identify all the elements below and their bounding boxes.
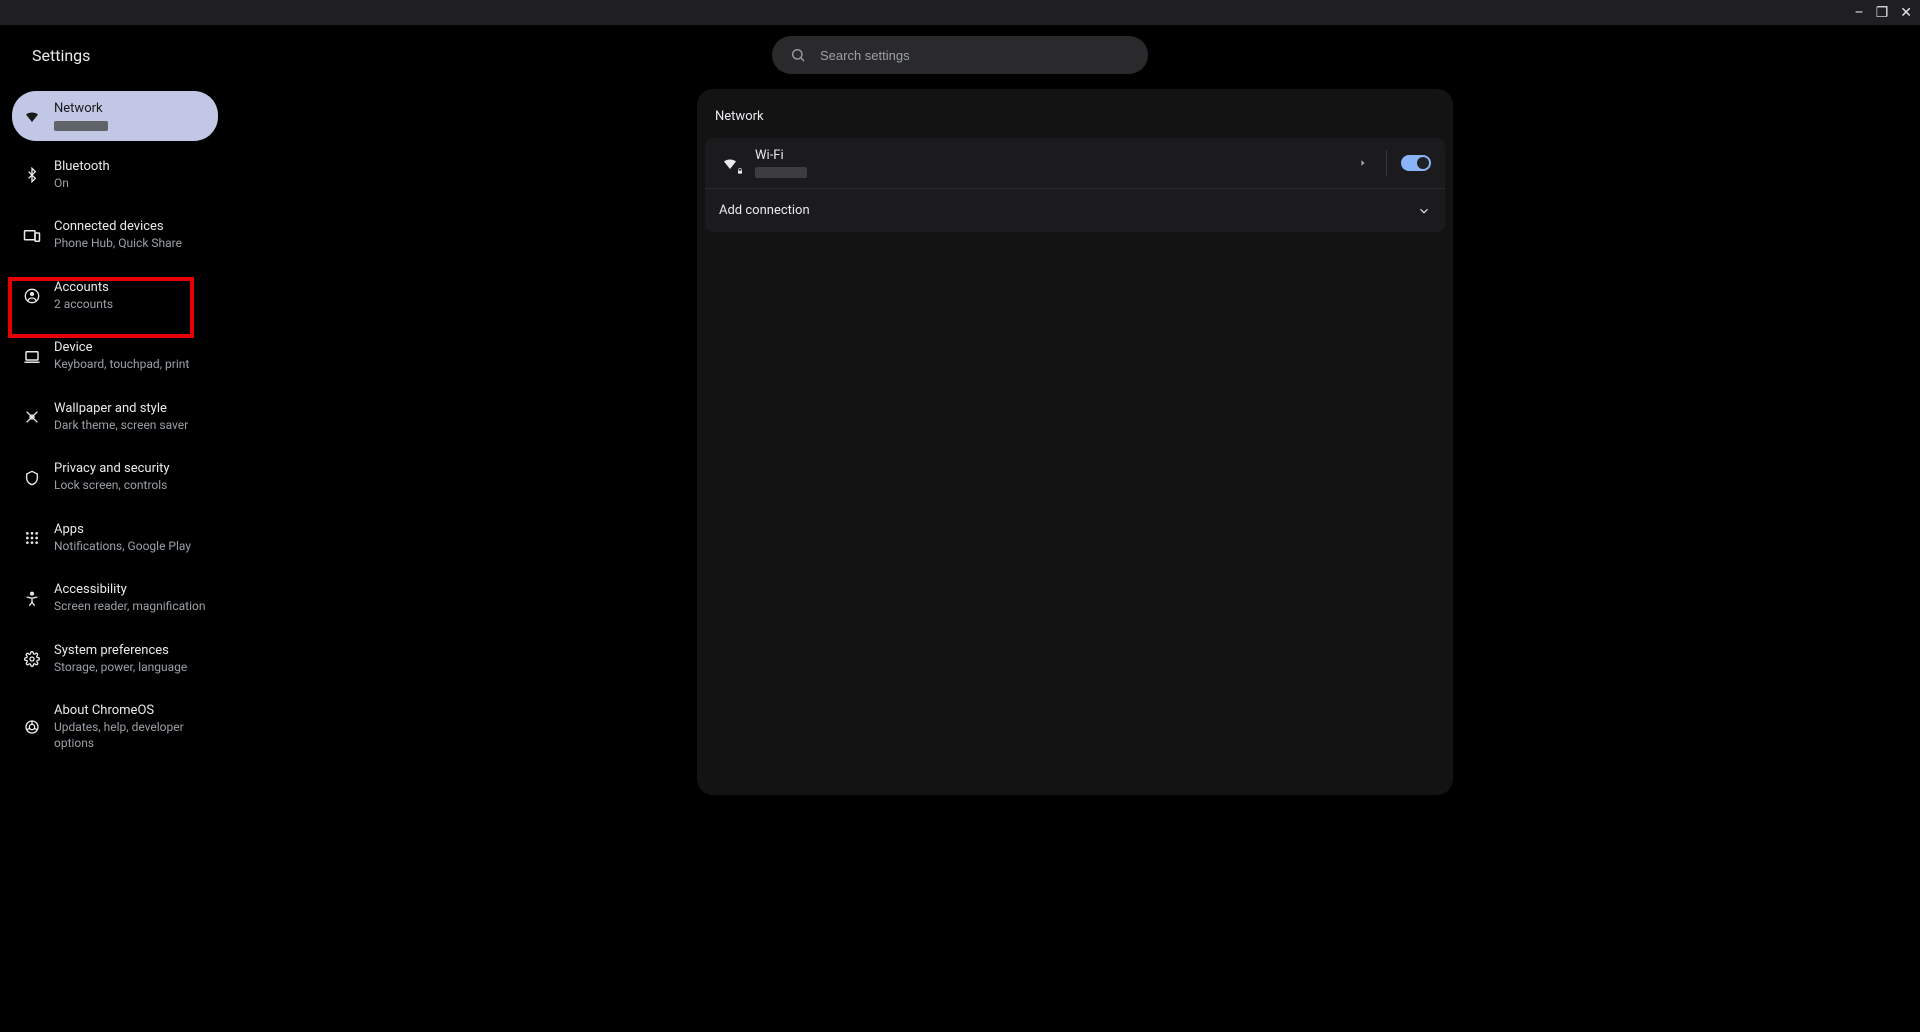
- bluetooth-icon: [22, 165, 42, 185]
- sidebar-item-label: Apps: [54, 522, 191, 539]
- sidebar-item-system[interactable]: System preferences Storage, power, langu…: [12, 633, 218, 685]
- sidebar-item-label: Network: [54, 101, 108, 118]
- sidebar-item-apps[interactable]: Apps Notifications, Google Play: [12, 512, 218, 564]
- gear-icon: [22, 649, 42, 669]
- chevron-down-icon: [1417, 204, 1431, 218]
- divider: [1386, 150, 1387, 176]
- page-title: Settings: [32, 46, 90, 65]
- sidebar-item-sublabel: Dark theme, screen saver: [54, 418, 188, 434]
- sidebar-item-sublabel: Storage, power, language: [54, 660, 187, 676]
- network-panel: Network Wi-Fi: [697, 89, 1453, 795]
- account-icon: [22, 286, 42, 306]
- sidebar-item-network[interactable]: Network: [12, 91, 218, 141]
- sidebar-item-sublabel: Screen reader, magnification: [54, 599, 205, 615]
- sidebar-item-label: Wallpaper and style: [54, 401, 188, 418]
- toggle-knob: [1417, 157, 1429, 169]
- add-connection-label: Add connection: [719, 203, 1417, 218]
- section-title: Network: [697, 109, 1453, 138]
- sidebar-item-connected-devices[interactable]: Connected devices Phone Hub, Quick Share: [12, 209, 218, 261]
- shield-icon: [22, 468, 42, 488]
- chrome-icon: [22, 717, 42, 737]
- sidebar-item-sublabel: Keyboard, touchpad, print: [54, 357, 189, 373]
- search-icon: [790, 47, 806, 63]
- sidebar-item-about[interactable]: About ChromeOS Updates, help, developer …: [12, 693, 218, 761]
- wifi-icon: [22, 106, 42, 126]
- sidebar-item-sublabel: 2 accounts: [54, 297, 113, 313]
- wifi-toggle[interactable]: [1401, 155, 1431, 171]
- body: Network Bluetooth On Connected devi: [0, 85, 1920, 1032]
- sidebar-item-sublabel: [54, 121, 108, 131]
- sidebar-item-label: Privacy and security: [54, 461, 170, 478]
- sidebar-item-label: Accounts: [54, 280, 113, 297]
- sidebar-item-label: Bluetooth: [54, 159, 110, 176]
- sidebar-item-accessibility[interactable]: Accessibility Screen reader, magnificati…: [12, 572, 218, 624]
- wifi-row[interactable]: Wi-Fi: [705, 138, 1445, 189]
- sidebar-item-device[interactable]: Device Keyboard, touchpad, print: [12, 330, 218, 382]
- sidebar-item-label: Connected devices: [54, 219, 182, 236]
- window-minimize-button[interactable]: –: [1855, 5, 1864, 21]
- sidebar-item-label: Device: [54, 340, 189, 357]
- wifi-secure-icon: [719, 154, 741, 172]
- wallpaper-icon: [22, 407, 42, 427]
- wifi-label: Wi-Fi: [755, 148, 1358, 163]
- settings-window: – ❐ ✕ Settings Network: [0, 0, 1920, 1032]
- sidebar-item-privacy[interactable]: Privacy and security Lock screen, contro…: [12, 451, 218, 503]
- sidebar: Network Bluetooth On Connected devi: [0, 85, 230, 1032]
- search-container[interactable]: [772, 36, 1148, 74]
- sidebar-item-sublabel: Notifications, Google Play: [54, 539, 191, 555]
- add-connection-row[interactable]: Add connection: [705, 189, 1445, 232]
- laptop-icon: [22, 347, 42, 367]
- sidebar-item-wallpaper[interactable]: Wallpaper and style Dark theme, screen s…: [12, 391, 218, 443]
- app-header: Settings: [0, 25, 1920, 85]
- devices-icon: [22, 226, 42, 246]
- sidebar-item-label: System preferences: [54, 643, 187, 660]
- window-close-button[interactable]: ✕: [1900, 5, 1912, 21]
- sidebar-item-label: About ChromeOS: [54, 703, 208, 720]
- sidebar-item-sublabel: Updates, help, developer options: [54, 720, 208, 751]
- search-input[interactable]: [820, 48, 1130, 63]
- apps-icon: [22, 528, 42, 548]
- accessibility-icon: [22, 589, 42, 609]
- main-content: Network Wi-Fi: [230, 85, 1920, 1032]
- sidebar-item-accounts[interactable]: Accounts 2 accounts: [12, 270, 218, 322]
- sidebar-item-sublabel: On: [54, 176, 110, 192]
- chevron-right-icon: [1358, 158, 1368, 168]
- window-maximize-button[interactable]: ❐: [1876, 5, 1889, 21]
- sidebar-item-sublabel: Lock screen, controls: [54, 478, 170, 494]
- sidebar-item-bluetooth[interactable]: Bluetooth On: [12, 149, 218, 201]
- sidebar-item-sublabel: Phone Hub, Quick Share: [54, 236, 182, 252]
- wifi-ssid: [755, 167, 807, 178]
- window-titlebar: – ❐ ✕: [0, 0, 1920, 25]
- sidebar-item-label: Accessibility: [54, 582, 205, 599]
